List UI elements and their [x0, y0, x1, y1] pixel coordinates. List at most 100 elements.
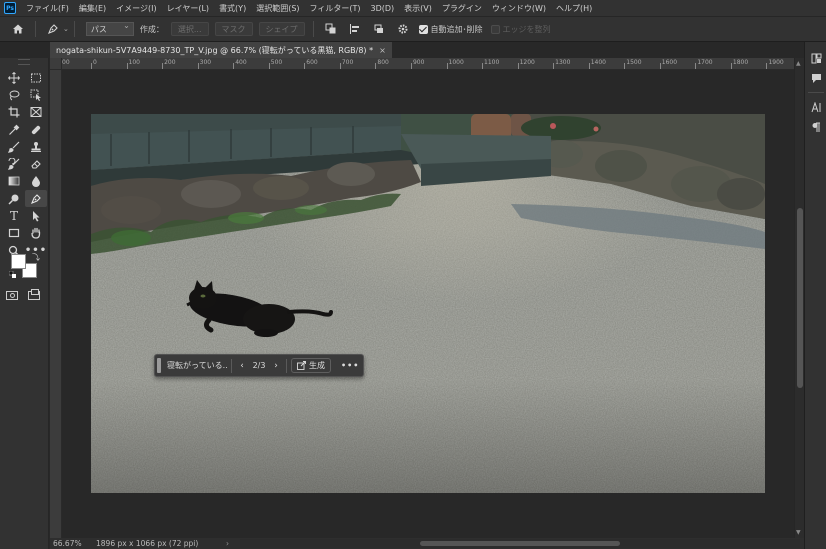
ruler-label: 600: [306, 59, 318, 66]
horizontal-scroll-thumb[interactable]: [420, 541, 620, 546]
eyedropper-icon[interactable]: [3, 121, 25, 138]
previous-variation-button[interactable]: ‹: [236, 361, 248, 371]
ruler-label: 1900: [768, 59, 784, 66]
marquee-icon[interactable]: [25, 69, 47, 86]
menu-window[interactable]: ウィンドウ(W): [487, 3, 551, 14]
frame-icon[interactable]: [25, 104, 47, 121]
menu-file[interactable]: ファイル(F): [21, 3, 74, 14]
document-tab[interactable]: nogata-shikun-5V7A9449-8730_TP_V.jpg @ 6…: [50, 42, 392, 58]
separator: [312, 21, 314, 37]
make-label: 作成：: [139, 24, 164, 34]
vertical-ruler[interactable]: [50, 70, 62, 538]
menu-layer[interactable]: レイヤー(L): [162, 3, 214, 14]
crop-icon[interactable]: [3, 104, 25, 121]
character-icon[interactable]: [805, 97, 826, 117]
auto-add-delete-checkbox[interactable]: [418, 24, 428, 34]
toolbar-grip[interactable]: [18, 59, 30, 65]
close-icon[interactable]: ×: [379, 46, 386, 55]
hand-icon[interactable]: [25, 225, 47, 242]
path-alignment-icon[interactable]: [347, 21, 363, 37]
spot-healing-icon[interactable]: [25, 121, 47, 138]
brush-icon[interactable]: [3, 138, 25, 155]
variation-counter: 2/3: [252, 361, 266, 370]
rectangle-icon[interactable]: [3, 225, 25, 242]
vertical-scroll-thumb[interactable]: [797, 208, 803, 388]
ruler-label: 1500: [626, 59, 642, 66]
path-operations-icon[interactable]: [323, 21, 339, 37]
gear-icon[interactable]: [395, 21, 411, 37]
menu-select[interactable]: 選択範囲(S): [251, 3, 304, 14]
separator: [35, 21, 36, 37]
foreground-color-swatch[interactable]: [11, 254, 26, 269]
status-menu-arrow[interactable]: ›: [226, 539, 236, 548]
path-arrangement-icon[interactable]: [371, 21, 387, 37]
menu-3d[interactable]: 3D(D): [366, 4, 400, 13]
separator: [808, 92, 824, 93]
chevron-down-icon[interactable]: ⌄: [63, 25, 69, 33]
menu-edit[interactable]: 編集(E): [74, 3, 111, 14]
ruler-label: 0: [93, 59, 97, 66]
ruler-tick: [304, 63, 306, 69]
mode-select[interactable]: パス: [85, 21, 134, 36]
libraries-icon[interactable]: [805, 48, 826, 68]
drag-handle[interactable]: [157, 358, 161, 373]
scroll-up-icon[interactable]: ▲: [796, 60, 801, 67]
align-edges-checkbox[interactable]: [490, 24, 500, 34]
menu-plugins[interactable]: プラグイン: [437, 3, 487, 14]
paragraph-icon[interactable]: [805, 117, 826, 137]
comments-icon[interactable]: [805, 68, 826, 88]
path-select-icon[interactable]: [25, 207, 47, 224]
history-brush-icon[interactable]: [3, 155, 25, 172]
document-image[interactable]: [91, 114, 765, 493]
dodge-icon[interactable]: [3, 190, 25, 207]
horizontal-scrollbar[interactable]: [240, 539, 800, 548]
ruler-tick: [91, 63, 92, 69]
home-icon[interactable]: [10, 21, 26, 37]
horizontal-ruler[interactable]: 00 0 100 200 300 400 500 600 700 800 900 1000 1100 12…: [62, 58, 794, 70]
next-variation-button[interactable]: ›: [270, 361, 282, 371]
make-mask-button[interactable]: マスク: [214, 22, 253, 36]
generate-button[interactable]: 生成: [291, 358, 331, 373]
menu-filter[interactable]: フィルター(T): [305, 3, 366, 14]
menu-image[interactable]: イメージ(I): [111, 3, 161, 14]
canvas-area[interactable]: 寝転がっている... ‹ 2/3 › 生成 •••: [62, 70, 794, 538]
scroll-down-icon[interactable]: ▼: [796, 529, 801, 536]
menu-help[interactable]: ヘルプ(H): [551, 3, 597, 14]
swap-colors-icon[interactable]: ⤵: [32, 252, 40, 263]
ruler-tick: [517, 63, 519, 69]
menu-type[interactable]: 書式(Y): [214, 3, 251, 14]
default-colors-icon[interactable]: [8, 270, 16, 278]
object-select-icon[interactable]: [25, 86, 47, 103]
ruler-label: 900: [412, 59, 425, 66]
ruler-tick: [339, 63, 341, 69]
ruler-origin[interactable]: [50, 58, 62, 70]
screen-mode-icon[interactable]: [28, 289, 40, 300]
zoom-level[interactable]: 66.67%: [53, 539, 93, 548]
vertical-scrollbar[interactable]: ▲ ▼: [794, 58, 804, 538]
pen-tool-icon[interactable]: [45, 21, 61, 37]
type-icon[interactable]: T: [3, 207, 25, 224]
clone-stamp-icon[interactable]: [25, 138, 47, 155]
auto-add-delete-label: 自動追加･削除: [430, 24, 483, 34]
make-selection-button[interactable]: 選択...: [170, 22, 209, 36]
ruler-tick: [624, 63, 626, 69]
ruler-tick: [197, 63, 199, 69]
pen-icon[interactable]: [25, 190, 47, 208]
make-shape-button[interactable]: シェイプ: [258, 22, 305, 36]
menu-view[interactable]: 表示(V): [399, 3, 437, 14]
ruler-tick: [482, 63, 484, 69]
photoshop-logo: Ps: [4, 2, 16, 14]
ruler-label: 1200: [519, 59, 535, 66]
gradient-icon[interactable]: [3, 173, 25, 190]
prompt-text[interactable]: 寝転がっている...: [167, 360, 227, 371]
eraser-icon[interactable]: [25, 155, 47, 172]
ruler-tick: [233, 63, 235, 69]
blur-icon[interactable]: [25, 173, 47, 190]
move-icon[interactable]: [3, 69, 25, 86]
ruler-label: 500: [270, 59, 283, 66]
ruler-tick: [695, 63, 697, 69]
more-options-button[interactable]: •••: [341, 361, 359, 370]
lasso-icon[interactable]: [3, 86, 25, 103]
ruler-label: 1700: [697, 59, 713, 66]
quick-mask-icon[interactable]: [6, 291, 18, 300]
